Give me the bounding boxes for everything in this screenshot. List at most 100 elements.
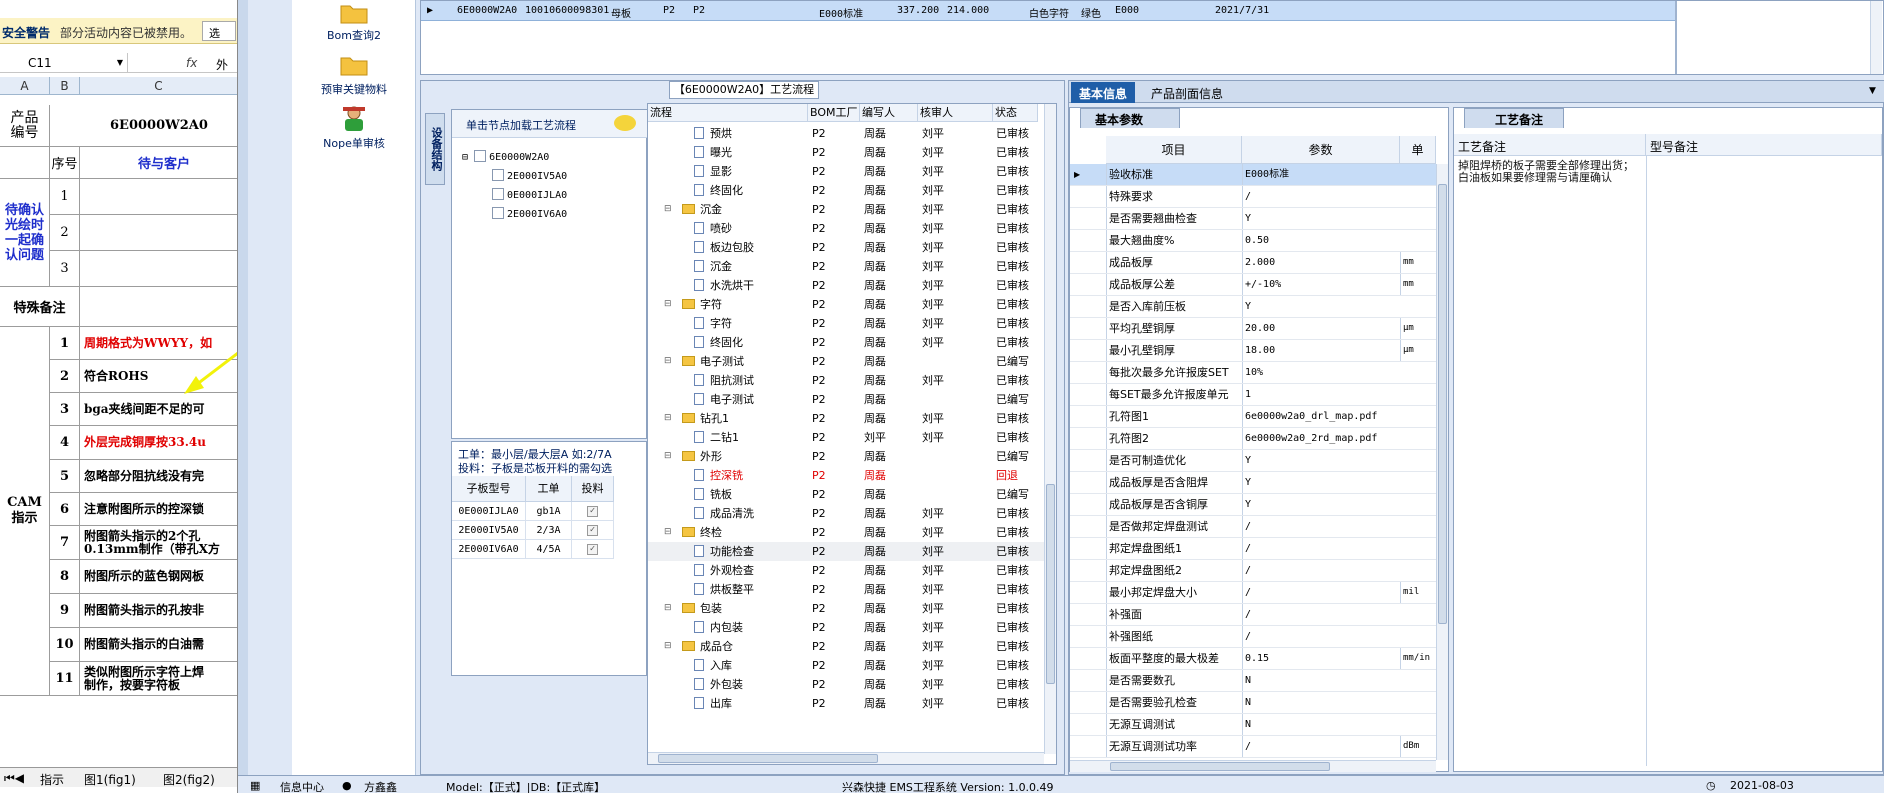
param-row[interactable]: 是否需要验孔检查 N xyxy=(1070,692,1440,714)
name-box[interactable]: C11 ▼ xyxy=(0,53,128,73)
order-row[interactable]: ▶ 6E0000W2A0 10010600098301 母板 P2 P2 E000标准 33… xyxy=(421,1,1675,21)
feed-checkbox[interactable]: ✓ xyxy=(587,505,598,517)
param-row[interactable]: 是否做邦定焊盘测试 / xyxy=(1070,516,1440,538)
param-row[interactable]: 特殊要求 / xyxy=(1070,186,1440,208)
param-value[interactable]: / xyxy=(1242,604,1400,625)
param-value[interactable]: / xyxy=(1242,736,1400,757)
cam-row-text[interactable]: 类似附图所示字符上焊 制作，按要字符板 xyxy=(80,662,237,696)
flow-row[interactable]: ⊟ 外形 P2 周磊 已编写 xyxy=(648,447,1048,466)
param-row[interactable]: 最小孔壁铜厚 18.00 μm xyxy=(1070,340,1440,362)
param-value[interactable]: N xyxy=(1242,670,1400,691)
param-row[interactable]: 平均孔壁铜厚 20.00 μm xyxy=(1070,318,1440,340)
param-value[interactable]: / xyxy=(1242,582,1400,603)
flow-col-step[interactable]: 流程 xyxy=(648,104,808,122)
flow-row[interactable]: 外观检查 P2 周磊 刘平 已审核 xyxy=(648,561,1048,580)
column-header-a[interactable]: A xyxy=(0,77,50,95)
collapse-icon[interactable]: ⊟ xyxy=(664,637,672,656)
flow-row[interactable]: 内包装 P2 周磊 刘平 已审核 xyxy=(648,618,1048,637)
flow-row[interactable]: 阻抗测试 P2 周磊 刘平 已审核 xyxy=(648,371,1048,390)
fx-icon[interactable]: fx xyxy=(186,56,197,70)
flow-row[interactable]: 字符 P2 周磊 刘平 已审核 xyxy=(648,314,1048,333)
feed-checkbox[interactable]: ✓ xyxy=(587,543,598,555)
grid-scrollbar[interactable] xyxy=(1870,1,1882,74)
param-row[interactable]: 是否需要翘曲检查 Y xyxy=(1070,208,1440,230)
param-row[interactable]: 无源互调测试 N xyxy=(1070,714,1440,736)
param-value[interactable]: 18.00 xyxy=(1242,340,1400,361)
column-header-b[interactable]: B xyxy=(50,77,80,95)
scroll-thumb[interactable] xyxy=(1046,484,1055,684)
param-row[interactable]: ▶ 验收标准 E000标准 xyxy=(1070,164,1440,186)
params-hscrollbar[interactable] xyxy=(1070,760,1436,772)
param-value[interactable]: Y xyxy=(1242,450,1400,471)
flow-row[interactable]: 入库 P2 周磊 刘平 已审核 xyxy=(648,656,1048,675)
collapse-icon[interactable]: ⊟ xyxy=(664,409,672,428)
work-col-feed[interactable]: 投料 xyxy=(572,476,614,502)
work-col-order[interactable]: 工单 xyxy=(526,476,572,502)
param-value[interactable]: N xyxy=(1242,692,1400,713)
params-scrollbar[interactable] xyxy=(1436,164,1448,760)
param-row[interactable]: 邦定焊盘图纸1/ xyxy=(1070,538,1440,560)
param-row[interactable]: 最大翘曲度% 0.50 xyxy=(1070,230,1440,252)
cam-row-text[interactable]: 附图所示的蓝色钢网板 xyxy=(80,560,237,594)
flow-row[interactable]: ⊟ 终检 P2 周磊 刘平 已审核 xyxy=(648,523,1048,542)
flow-row[interactable]: 曝光 P2 周磊 刘平 已审核 xyxy=(648,143,1048,162)
cam-row-text[interactable]: 忽略部分阻抗线没有完 xyxy=(80,460,237,493)
scroll-thumb[interactable] xyxy=(1110,762,1330,771)
flow-row[interactable]: 二钻1 P2 刘平 刘平 已审核 xyxy=(648,428,1048,447)
param-row[interactable]: 成品板厚是否含铜厚 Y xyxy=(1070,494,1440,516)
collapse-icon[interactable]: ⊟ xyxy=(664,523,672,542)
work-col-model[interactable]: 子板型号 xyxy=(452,476,526,502)
work-row-order[interactable]: 2/3A xyxy=(526,521,572,540)
sheet-tab-instructions[interactable]: 指示 xyxy=(40,771,64,788)
cam-row-text[interactable]: 注意附图所示的控深锁 xyxy=(80,493,237,526)
formula-value[interactable]: 外 xyxy=(216,56,228,73)
flow-row[interactable]: ⊟ 字符 P2 周磊 刘平 已审核 xyxy=(648,295,1048,314)
param-row[interactable]: 成品板厚是否含阻焊 Y xyxy=(1070,472,1440,494)
flow-row[interactable]: 控深铣 P2 周磊 回退 xyxy=(648,466,1048,485)
cam-row-text[interactable]: 附图箭头指示的2个孔 0.13mm制作（带孔X方 xyxy=(80,526,237,560)
flow-scrollbar[interactable] xyxy=(1044,104,1056,754)
flow-col-factory[interactable]: BOM工厂 xyxy=(808,104,860,122)
flow-hscrollbar[interactable] xyxy=(648,752,1044,764)
param-value[interactable]: Y xyxy=(1242,208,1400,229)
work-row-model[interactable]: 2E000IV6A0 xyxy=(452,540,526,559)
feed-checkbox[interactable]: ✓ xyxy=(587,524,598,536)
param-row[interactable]: 孔符图1 6e0000w2a0_drl_map.pdf xyxy=(1070,406,1440,428)
tab-basic-info[interactable]: 基本信息 xyxy=(1071,82,1136,103)
flow-row[interactable]: 烘板整平 P2 周磊 刘平 已审核 xyxy=(648,580,1048,599)
param-value[interactable]: E000标准 xyxy=(1242,164,1400,185)
tree-node[interactable]: 0E000IJLA0 xyxy=(492,188,567,201)
flow-row[interactable]: ⊟ 电子测试 P2 周磊 已编写 xyxy=(648,352,1048,371)
tab-profile-info[interactable]: 产品剖面信息 xyxy=(1143,82,1231,103)
tab-basic-params[interactable]: 基本参数 xyxy=(1080,108,1180,128)
collapse-icon[interactable]: ⊟ xyxy=(664,447,672,466)
tree-node[interactable]: 2E000IV6A0 xyxy=(492,207,567,220)
sheet-grid[interactable]: 产品 编号 6E0000W2A0 序号 待与客户 待确认 光绘时 一起确 认问题 1 2 3 特… xyxy=(0,95,237,767)
column-header-c[interactable]: C xyxy=(80,77,237,95)
work-row-model[interactable]: 0E000IJLA0 xyxy=(452,502,526,521)
collapse-icon[interactable]: ⊟ xyxy=(664,295,672,314)
param-row[interactable]: 最小邦定焊盘大小 / mil xyxy=(1070,582,1440,604)
params-col-unit[interactable]: 单 xyxy=(1400,136,1436,164)
sheet-tab-fig2[interactable]: 图2(fig2) xyxy=(163,771,215,788)
flow-row[interactable]: 水洗烘干 P2 周磊 刘平 已审核 xyxy=(648,276,1048,295)
flow-row[interactable]: 成品清洗 P2 周磊 刘平 已审核 xyxy=(648,504,1048,523)
work-row-order[interactable]: gb1A xyxy=(526,502,572,521)
scroll-thumb[interactable] xyxy=(658,754,878,763)
flow-row[interactable]: 喷砂 P2 周磊 刘平 已审核 xyxy=(648,219,1048,238)
flow-row[interactable]: 出库 P2 周磊 刘平 已审核 xyxy=(648,694,1048,713)
flow-col-reviewer[interactable]: 核审人 xyxy=(918,104,993,122)
param-value[interactable]: N xyxy=(1242,714,1400,735)
work-row-order[interactable]: 4/5A xyxy=(526,540,572,559)
flow-row[interactable]: ⊟ 沉金 P2 周磊 刘平 已审核 xyxy=(648,200,1048,219)
flow-col-writer[interactable]: 编写人 xyxy=(860,104,918,122)
param-value[interactable]: 6e0000w2a0_drl_map.pdf xyxy=(1242,406,1400,427)
collapse-icon[interactable]: ⊟ xyxy=(664,200,672,219)
param-value[interactable]: 0.50 xyxy=(1242,230,1400,251)
flow-row[interactable]: 沉金 P2 周磊 刘平 已审核 xyxy=(648,257,1048,276)
flow-col-status[interactable]: 状态 xyxy=(993,104,1038,122)
remarks-col-model[interactable]: 型号备注 xyxy=(1646,134,1882,156)
collapse-icon[interactable]: ⊟ xyxy=(664,599,672,618)
param-value[interactable]: / xyxy=(1242,538,1400,559)
flow-row[interactable]: 外包装 P2 周磊 刘平 已审核 xyxy=(648,675,1048,694)
